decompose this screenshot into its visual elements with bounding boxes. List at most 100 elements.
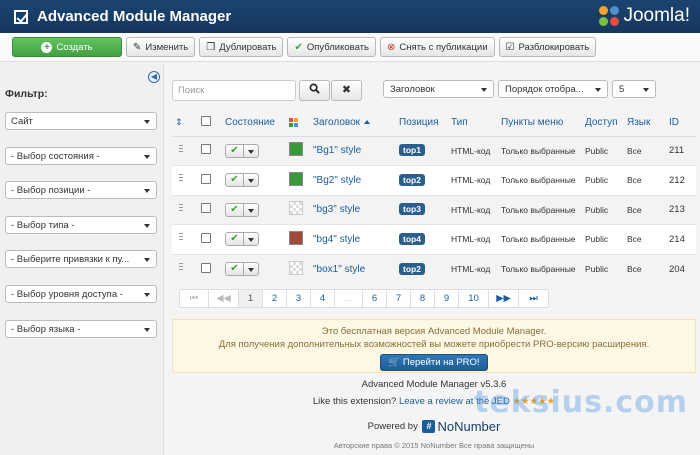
module-title-link[interactable]: "bg3" style (313, 204, 360, 215)
filter-type-select[interactable]: - Выбор типа - (5, 216, 157, 234)
language-header[interactable]: Язык (624, 109, 666, 137)
state-dropdown-icon[interactable] (244, 263, 258, 275)
joomla-logo[interactable]: Joomla! (599, 5, 690, 27)
module-title-link[interactable]: "Bg1" style (313, 145, 361, 156)
drag-handle-icon[interactable] (179, 263, 183, 272)
pagination: ⏮ ◀◀ 1 2 3 4 ... 6 7 8 9 10 ▶▶ ⏭ (179, 289, 549, 308)
state-cell: ✔ (222, 224, 286, 254)
published-check-icon[interactable]: ✔ (226, 144, 244, 157)
module-title-link[interactable]: "box1" style (313, 264, 365, 275)
module-title-link[interactable]: "bg4" style (313, 234, 360, 245)
sort-arrows-icon: ⇕ (175, 116, 183, 127)
menu-cell: Только выбранные (498, 194, 582, 225)
ordering-header[interactable]: ⇕ (172, 109, 198, 137)
review-link[interactable]: Leave a review at the JED (399, 396, 510, 407)
title-cell: "Bg1" style (310, 135, 396, 166)
language-cell: Все (624, 165, 666, 195)
state-toggle[interactable]: ✔ (225, 262, 259, 276)
drag-handle-icon[interactable] (179, 203, 183, 213)
unlock-button[interactable]: ☑ Разблокировать (498, 37, 597, 57)
state-header[interactable]: Состояние (222, 109, 286, 137)
state-dropdown-icon[interactable] (244, 145, 258, 157)
menu-header[interactable]: Пункты меню (498, 109, 582, 137)
position-badge[interactable]: top4 (399, 232, 425, 245)
filter-access-select[interactable]: - Выбор уровня доступа - (5, 285, 157, 303)
type-header[interactable]: Тип (448, 109, 498, 137)
title-header[interactable]: Заголовок (310, 109, 396, 137)
id-header[interactable]: ID (666, 109, 696, 137)
notice-line-2: Для получения дополнительных возможносте… (218, 339, 650, 350)
unpublish-button[interactable]: ⊗ Снять с публикации (379, 37, 495, 57)
page-link[interactable]: 10 (459, 289, 489, 308)
page-link[interactable]: 2 (263, 289, 287, 308)
page-link[interactable]: 4 (311, 289, 335, 308)
page-link[interactable]: 1 (239, 289, 263, 308)
position-badge[interactable]: top1 (399, 144, 425, 157)
position-badge[interactable]: top2 (399, 262, 425, 275)
joomla-icon (599, 6, 620, 26)
page-link[interactable]: 6 (363, 289, 387, 308)
type-cell: HTML-код (448, 253, 498, 284)
pagination-start[interactable]: ⏮ (179, 289, 209, 308)
position-badge[interactable]: top3 (399, 203, 425, 216)
color-swatch (289, 171, 303, 186)
color-swatch (289, 230, 303, 245)
version-text: Advanced Module Manager v5.3.6 (361, 379, 507, 390)
check-all-checkbox[interactable] (201, 115, 211, 126)
state-dropdown-icon[interactable] (244, 233, 258, 245)
go-pro-button[interactable]: 🛒 Перейти на PRO! (380, 354, 488, 371)
row-checkbox[interactable] (201, 262, 211, 273)
state-dropdown-icon[interactable] (244, 204, 258, 216)
nonumber-link[interactable]: NoNumber (437, 419, 500, 434)
page-link[interactable]: 7 (387, 289, 411, 308)
page-link[interactable]: 3 (287, 289, 311, 308)
pagination-end[interactable]: ⏭ (519, 289, 549, 308)
drag-handle-icon[interactable] (179, 174, 183, 184)
filter-assignment-select[interactable]: - Выберите привязки к пу... (5, 250, 157, 268)
duplicate-button[interactable]: ❐ Дублировать (199, 37, 284, 57)
published-check-icon[interactable]: ✔ (226, 174, 244, 187)
filter-state-select[interactable]: - Выбор состояния - (5, 147, 157, 165)
limit-select[interactable]: 5 (612, 80, 656, 98)
publish-button[interactable]: ✔ Опубликовать (287, 37, 376, 57)
access-header[interactable]: Доступ (582, 109, 624, 137)
position-badge[interactable]: top2 (399, 173, 425, 186)
row-checkbox[interactable] (201, 203, 211, 214)
position-header[interactable]: Позиция (396, 109, 448, 137)
pagination-prev[interactable]: ◀◀ (209, 289, 239, 308)
color-header[interactable] (286, 109, 310, 137)
filter-language-select[interactable]: - Выбор языка - (5, 320, 157, 338)
sort-order-select[interactable]: Порядок отобра... (498, 80, 608, 98)
pagination-next[interactable]: ▶▶ (489, 289, 519, 308)
state-toggle[interactable]: ✔ (225, 173, 259, 188)
published-check-icon[interactable]: ✔ (226, 263, 244, 275)
filter-position-select[interactable]: - Выбор позиции - (5, 181, 157, 199)
module-title-link[interactable]: "Bg2" style (313, 175, 361, 186)
clear-search-button[interactable]: ✖ (331, 80, 362, 101)
joomla-brand: Joomla! (623, 5, 690, 26)
search-input[interactable]: Поиск (172, 80, 296, 101)
state-dropdown-icon[interactable] (244, 174, 258, 186)
row-checkbox[interactable] (201, 232, 211, 243)
title-cell: "box1" style (310, 253, 396, 284)
check-all-header[interactable] (198, 109, 222, 137)
id-cell: 214 (666, 224, 696, 254)
row-checkbox[interactable] (201, 173, 211, 184)
rating-stars[interactable]: ★★★★★ (513, 396, 556, 407)
page-link[interactable]: 8 (411, 289, 435, 308)
drag-handle-icon[interactable] (179, 233, 183, 243)
edit-button[interactable]: ✎ Изменить (126, 37, 196, 57)
drag-handle-icon[interactable] (179, 144, 183, 154)
search-button[interactable] (299, 80, 330, 101)
create-button[interactable]: + Создать (12, 37, 122, 57)
sort-field-select[interactable]: Заголовок (383, 80, 494, 98)
state-toggle[interactable]: ✔ (225, 202, 259, 217)
page-link[interactable]: 9 (435, 289, 459, 308)
filter-client-select[interactable]: Сайт (5, 112, 157, 130)
state-toggle[interactable]: ✔ (225, 143, 259, 158)
published-check-icon[interactable]: ✔ (226, 203, 244, 216)
state-toggle[interactable]: ✔ (225, 232, 259, 247)
collapse-sidebar-icon[interactable]: ◀ (148, 71, 160, 83)
published-check-icon[interactable]: ✔ (226, 233, 244, 246)
row-checkbox[interactable] (201, 144, 211, 155)
